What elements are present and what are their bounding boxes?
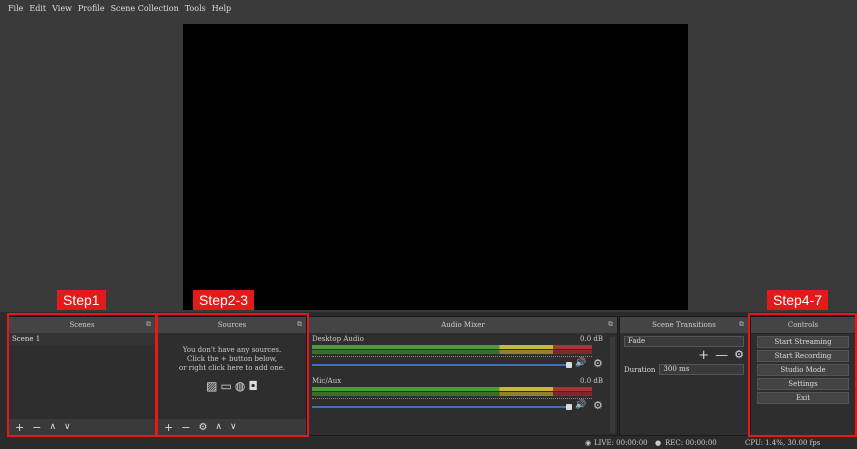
gear-icon[interactable]: ⚙ [593,399,603,412]
audio-mixer-dock: Audio Mixer ⧉ Desktop Audio 0.0 dB 🔊 ⚙ M… [308,316,618,436]
step2-label: Step2-3 [193,290,255,310]
speaker-icon[interactable]: 🔊 [575,358,586,368]
step1-highlight [7,313,157,437]
mixer-body: Desktop Audio 0.0 dB 🔊 ⚙ Mic/Aux 0.0 dB … [309,333,617,435]
step1-label: Step1 [57,290,106,310]
remove-transition-button[interactable]: — [715,348,728,363]
duration-row: Duration 300 ms [624,364,744,375]
transition-settings-icon[interactable]: ⚙ [734,348,744,363]
menu-file[interactable]: File [8,4,23,13]
transitions-body: Fade + — ⚙ Duration 300 ms [620,333,748,435]
preview-canvas[interactable] [183,24,688,310]
duration-label: Duration [624,365,656,374]
volume-meter [312,350,592,354]
volume-meter [312,345,592,349]
gear-icon[interactable]: ⚙ [593,357,603,370]
menu-help[interactable]: Help [212,4,231,13]
volume-meter [312,392,592,396]
channel-name: Mic/Aux [312,377,342,385]
menu-bar: File Edit View Profile Scene Collection … [0,0,857,16]
scene-transitions-title: Scene Transitions ⧉ [620,317,748,333]
channel-db: 0.0 dB [580,335,603,343]
speaker-icon[interactable]: 🔊 [575,400,586,410]
volume-slider-handle[interactable] [566,362,572,368]
scene-transitions-dock: Scene Transitions ⧉ Fade + — ⚙ Duration … [619,316,749,436]
channel-db: 0.0 dB [580,377,603,385]
mixer-scrollbar[interactable] [610,337,615,433]
add-transition-button[interactable]: + [698,348,709,363]
float-icon[interactable]: ⧉ [608,320,613,329]
transition-buttons: + — ⚙ [624,348,744,363]
menu-profile[interactable]: Profile [78,4,105,13]
step3-label: Step4-7 [767,290,829,310]
menu-tools[interactable]: Tools [185,4,206,13]
status-bar: ◉ LIVE: 00:00:00 ● REC: 00:00:00 CPU: 1.… [0,437,857,449]
rec-time: REC: 00:00:00 [665,439,717,447]
volume-slider-handle[interactable] [566,404,572,410]
menu-edit[interactable]: Edit [29,4,46,13]
step3-highlight [748,313,857,437]
float-icon[interactable]: ⧉ [739,320,744,329]
meter-ticks [312,398,592,401]
volume-meter [312,387,592,391]
audio-mixer-title: Audio Mixer ⧉ [309,317,617,333]
mixer-channel-mic: Mic/Aux 0.0 dB 🔊 ⚙ [309,375,617,417]
step2-highlight [156,313,309,437]
volume-slider[interactable] [312,364,568,366]
transition-select[interactable]: Fade [624,336,744,347]
mixer-channel-desktop: Desktop Audio 0.0 dB 🔊 ⚙ [309,333,617,375]
live-time: LIVE: 00:00:00 [594,439,648,447]
duration-input[interactable]: 300 ms [659,364,744,375]
live-indicator-icon: ◉ [585,439,592,447]
cpu-fps: CPU: 1.4%, 30.00 fps [745,439,821,447]
channel-name: Desktop Audio [312,335,364,343]
menu-view[interactable]: View [52,4,72,13]
meter-ticks [312,356,592,359]
volume-slider[interactable] [312,406,568,408]
menu-scene-collection[interactable]: Scene Collection [111,4,179,13]
rec-indicator-icon: ● [655,439,662,447]
